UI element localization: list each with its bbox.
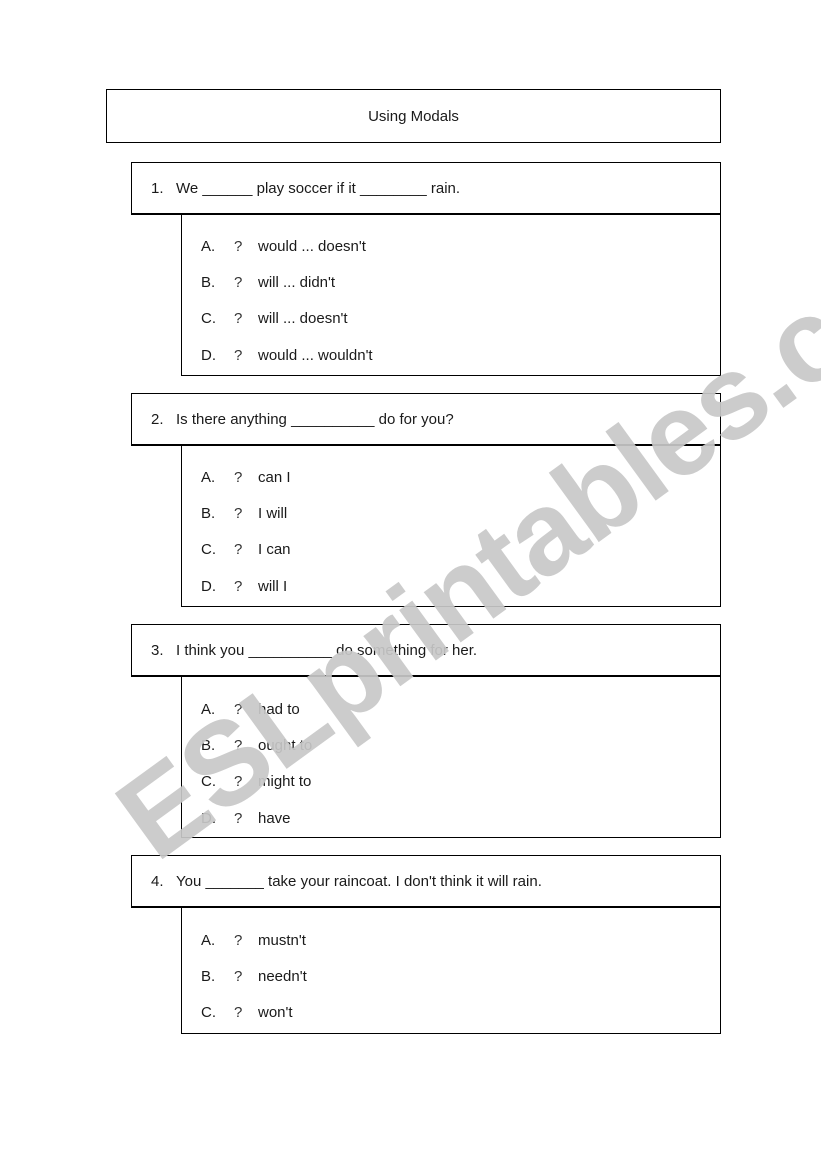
option-text: will ... didn't — [258, 273, 336, 291]
option-letter: C. — [201, 1004, 216, 1022]
checkbox-placeholder-icon[interactable]: ? — [234, 737, 258, 754]
worksheet-title-box: Using Modals — [106, 89, 721, 143]
option-text: would ... doesn't — [258, 237, 366, 255]
option-text: I will — [258, 504, 288, 522]
option-item[interactable]: B.? needn't — [182, 958, 720, 994]
option-item[interactable]: A.? mustn't — [182, 922, 720, 958]
option-item[interactable]: C.? won't — [182, 995, 720, 1031]
option-text: ought to — [258, 736, 313, 754]
options-box: A.? would ... doesn't B.? will ... didn't … — [181, 214, 721, 376]
checkbox-placeholder-icon[interactable]: ? — [234, 968, 258, 985]
checkbox-placeholder-icon[interactable]: ? — [234, 310, 258, 327]
option-item[interactable]: D.? will I — [182, 568, 720, 604]
options-box: A.? mustn't B.? needn't C.? won't — [181, 908, 721, 1034]
option-text: mustn't — [258, 931, 306, 949]
question-text: We ______ play soccer if it ________ rai… — [176, 179, 461, 197]
question-number: 4. — [151, 872, 164, 890]
question-text: Is there anything __________ do for you? — [176, 410, 454, 428]
option-text: will ... doesn't — [258, 310, 348, 328]
option-letter: A. — [201, 700, 216, 718]
checkbox-placeholder-icon[interactable]: ? — [234, 932, 258, 949]
checkbox-placeholder-icon[interactable]: ? — [234, 347, 258, 364]
option-text: won't — [258, 1004, 293, 1022]
option-item[interactable]: B.? I will — [182, 495, 720, 531]
option-text: had to — [258, 700, 300, 718]
option-item[interactable]: C.? will ... doesn't — [182, 301, 720, 337]
option-text: I can — [258, 541, 291, 559]
option-item[interactable]: A.? would ... doesn't — [182, 228, 720, 264]
checkbox-placeholder-icon[interactable]: ? — [234, 701, 258, 718]
option-letter: C. — [201, 541, 216, 559]
option-letter: A. — [201, 931, 216, 949]
option-letter: B. — [201, 504, 216, 522]
options-box: A.? had to B.? ought to C.? might to D.? hav… — [181, 677, 721, 838]
checkbox-placeholder-icon[interactable]: ? — [234, 505, 258, 522]
option-item[interactable]: D.? would ... wouldn't — [182, 337, 720, 373]
option-item[interactable]: C.? might to — [182, 764, 720, 800]
option-letter: B. — [201, 736, 216, 754]
checkbox-placeholder-icon[interactable]: ? — [234, 469, 258, 486]
option-text: needn't — [258, 967, 307, 985]
question-box: 2. Is there anything __________ do for y… — [131, 393, 721, 446]
checkbox-placeholder-icon[interactable]: ? — [234, 238, 258, 255]
option-text: will I — [258, 577, 288, 595]
option-item[interactable]: B.? ought to — [182, 727, 720, 763]
option-text: would ... wouldn't — [258, 346, 373, 364]
option-letter: D. — [201, 577, 216, 595]
question-box: 3. I think you __________ do something f… — [131, 624, 721, 677]
option-letter: D. — [201, 809, 216, 827]
checkbox-placeholder-icon[interactable]: ? — [234, 810, 258, 827]
option-letter: B. — [201, 967, 216, 985]
option-letter: C. — [201, 310, 216, 328]
option-item[interactable]: A.? can I — [182, 459, 720, 495]
option-letter: A. — [201, 237, 216, 255]
option-text: have — [258, 809, 291, 827]
worksheet-title: Using Modals — [368, 107, 459, 125]
checkbox-placeholder-icon[interactable]: ? — [234, 578, 258, 595]
option-item[interactable]: D.? have — [182, 800, 720, 836]
question-text: I think you __________ do something for … — [176, 641, 478, 659]
option-letter: D. — [201, 346, 216, 364]
checkbox-placeholder-icon[interactable]: ? — [234, 274, 258, 291]
option-text: might to — [258, 773, 312, 791]
options-box: A.? can I B.? I will C.? I can D.? will I — [181, 445, 721, 607]
option-item[interactable]: C.? I can — [182, 532, 720, 568]
option-letter: A. — [201, 468, 216, 486]
option-text: can I — [258, 468, 291, 486]
question-number: 1. — [151, 179, 164, 197]
checkbox-placeholder-icon[interactable]: ? — [234, 773, 258, 790]
question-box: 1. We ______ play soccer if it ________ … — [131, 162, 721, 215]
question-number: 2. — [151, 410, 164, 428]
question-box: 4. You _______ take your raincoat. I don… — [131, 855, 721, 908]
option-item[interactable]: A.? had to — [182, 691, 720, 727]
question-text: You _______ take your raincoat. I don't … — [176, 872, 542, 890]
checkbox-placeholder-icon[interactable]: ? — [234, 541, 258, 558]
checkbox-placeholder-icon[interactable]: ? — [234, 1004, 258, 1021]
question-number: 3. — [151, 641, 164, 659]
option-item[interactable]: B.? will ... didn't — [182, 264, 720, 300]
option-letter: C. — [201, 773, 216, 791]
option-letter: B. — [201, 273, 216, 291]
